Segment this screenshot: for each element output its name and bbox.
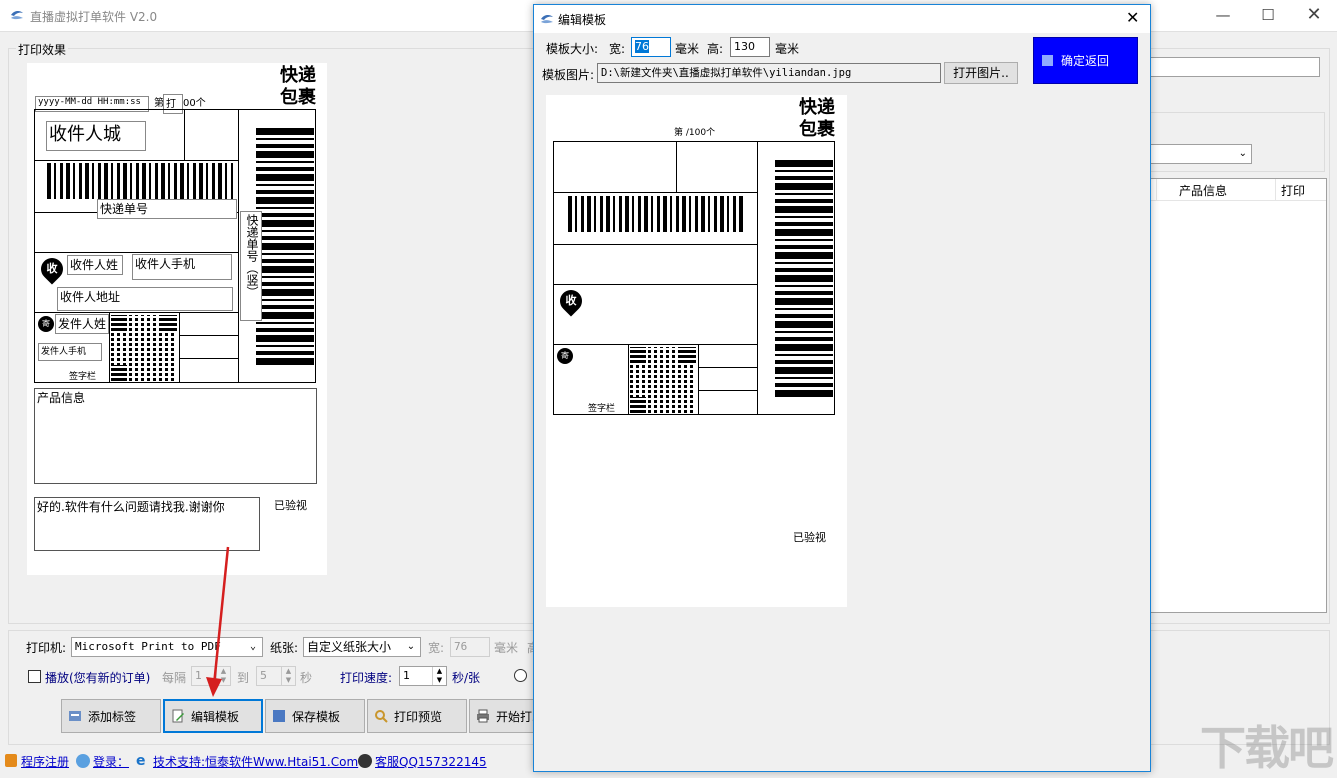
tracking-no-field[interactable]: 快递单号	[97, 199, 237, 219]
app-icon	[11, 10, 23, 20]
play-checkbox[interactable]	[28, 670, 41, 683]
maximize-button[interactable]: ☐	[1245, 0, 1291, 32]
width-label: 宽:	[428, 641, 445, 655]
width-field[interactable]: 76	[450, 637, 490, 657]
close-icon[interactable]: ✕	[1291, 0, 1337, 32]
save-template-button[interactable]: 保存模板	[265, 699, 365, 733]
ie-icon: e	[136, 753, 146, 769]
edit-icon	[172, 709, 184, 723]
receiver-phone-field[interactable]: 收件人手机	[132, 254, 232, 280]
paper-label: 纸张:	[270, 641, 299, 655]
watermark: 下载吧	[1200, 721, 1334, 775]
edit-template-dialog: 编辑模板 ✕ 模板大小: 宽: 76 毫米 高: 130 毫米 模板图片: D:…	[533, 4, 1151, 772]
signature-label: 签字栏	[69, 372, 97, 382]
image-path-input[interactable]: D:\新建文件夹\直播虚拟打单软件\yiliandan.jpg	[597, 63, 941, 83]
product-info-field[interactable]: 产品信息	[34, 388, 317, 484]
width-label: 宽:	[609, 42, 626, 56]
add-tag-button[interactable]: 添加标签	[61, 699, 161, 733]
template-barcode-horizontal	[568, 196, 744, 232]
dialog-titlebar: 编辑模板 ✕	[534, 5, 1150, 33]
service-link[interactable]: 客服QQ157322145	[375, 753, 487, 770]
template-barcode-vertical	[775, 160, 833, 400]
message-field[interactable]: 好的.软件有什么问题请找我.谢谢你	[34, 497, 260, 551]
template-send-badge-icon: 寄	[557, 348, 573, 364]
print-effect-label: 打印效果	[16, 41, 69, 58]
sender-phone-field[interactable]: 发件人手机	[38, 343, 102, 361]
width-mm: 毫米	[675, 42, 700, 56]
radio-option[interactable]	[514, 669, 527, 682]
tracking-no-vertical-field[interactable]: 快递单号（竖）	[240, 211, 262, 321]
template-kuaidi-title: 快递 包裹	[799, 97, 835, 140]
login-link[interactable]: 登录：	[93, 753, 129, 770]
speed-unit: 秒/张	[452, 671, 481, 685]
play-label: 播放(您有新的订单)	[45, 671, 151, 685]
confirm-icon	[1042, 55, 1053, 66]
template-count-text: 第 /100个	[674, 128, 716, 138]
receiver-address-field[interactable]: 收件人地址	[57, 287, 233, 311]
qr-code	[111, 315, 177, 381]
register-link[interactable]: 程序注册	[21, 753, 69, 770]
support-link[interactable]: 技术支持:恒泰软件Www.Htai51.Com	[153, 753, 358, 770]
receiver-city-field[interactable]: 收件人城	[46, 121, 146, 151]
template-qr-code	[630, 347, 696, 413]
dialog-app-icon	[541, 14, 553, 24]
receive-badge-icon: 收	[36, 253, 68, 285]
template-signature-label: 签字栏	[588, 404, 616, 414]
receiver-name-field[interactable]: 收件人姓	[67, 255, 123, 275]
speed-stepper[interactable]: 1 ▲ ▼	[399, 666, 447, 686]
print-suffix: 00个	[183, 98, 206, 109]
shield-icon	[5, 754, 17, 767]
height-mm: 毫米	[775, 42, 800, 56]
right-dropdown[interactable]: ⌄	[1150, 144, 1252, 164]
col-print[interactable]: 打印	[1281, 182, 1305, 199]
image-label: 模板图片:	[542, 68, 595, 82]
size-label: 模板大小:	[546, 42, 599, 56]
col-product[interactable]: 产品信息	[1179, 182, 1227, 199]
right-input[interactable]	[1150, 57, 1320, 77]
app-title: 直播虚拟打单软件 V2.0	[30, 10, 158, 24]
template-image-preview: 快递 包裹 第 /100个 收 寄 签字栏 已验视	[546, 95, 847, 607]
label-preview: 快递 包裹 yyyy-MM-dd HH:mm:ss 第 打 00个 收件人城 快递…	[27, 63, 327, 575]
annotation-arrow	[206, 546, 230, 697]
print-preview-button[interactable]: 打印预览	[367, 699, 467, 733]
sender-name-field[interactable]: 发件人姓	[55, 314, 109, 334]
kuaidi-title: 快递 包裹	[280, 65, 316, 108]
tag-icon	[69, 711, 81, 721]
width-mm-label: 毫米	[494, 641, 519, 655]
printer-icon	[477, 709, 489, 723]
magnifier-icon	[375, 710, 388, 723]
barcode-vertical	[256, 128, 314, 368]
template-inspected-label: 已验视	[793, 531, 826, 544]
barcode-horizontal	[47, 163, 233, 199]
minimize-button[interactable]: —	[1200, 0, 1246, 32]
qq-icon	[358, 754, 372, 768]
template-width-input[interactable]: 76	[631, 37, 671, 57]
template-height-input[interactable]: 130	[730, 37, 770, 57]
open-image-button[interactable]: 打开图片..	[944, 62, 1018, 84]
confirm-return-button[interactable]: 确定返回	[1033, 37, 1138, 84]
template-receive-badge-icon: 收	[555, 285, 587, 317]
dialog-close-icon[interactable]: ✕	[1126, 8, 1139, 27]
height-label: 高:	[707, 42, 724, 56]
user-icon	[76, 754, 90, 768]
orders-table: 产品信息 打印	[1150, 178, 1327, 613]
send-badge-icon: 寄	[38, 316, 54, 332]
save-icon	[273, 710, 285, 722]
sec-label: 秒	[300, 671, 313, 685]
dialog-title: 编辑模板	[558, 13, 607, 27]
interval-label: 每隔	[162, 671, 187, 685]
speed-label: 打印速度:	[340, 671, 393, 685]
interval-to-stepper[interactable]: 5 ▲ ▼	[256, 666, 296, 686]
printer-label: 打印机:	[26, 641, 67, 655]
inspected-label: 已验视	[274, 499, 307, 512]
paper-select[interactable]: 自定义纸张大小 ⌄	[303, 637, 421, 657]
